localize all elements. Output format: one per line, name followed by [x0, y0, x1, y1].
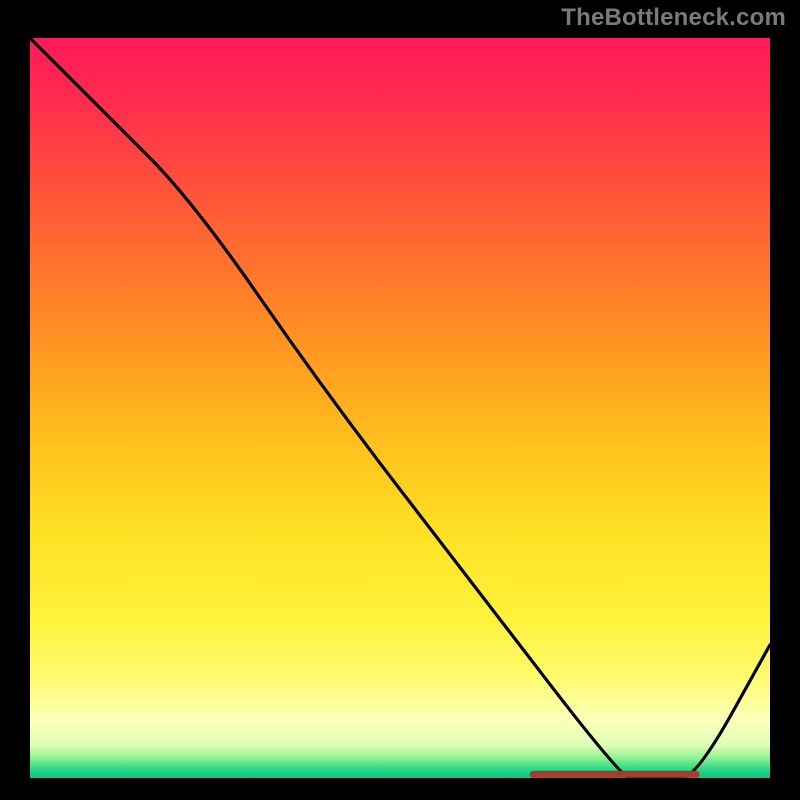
chart-container: TheBottleneck.com — [0, 0, 800, 800]
watermark-label: TheBottleneck.com — [561, 4, 786, 32]
plot-area — [30, 38, 770, 778]
